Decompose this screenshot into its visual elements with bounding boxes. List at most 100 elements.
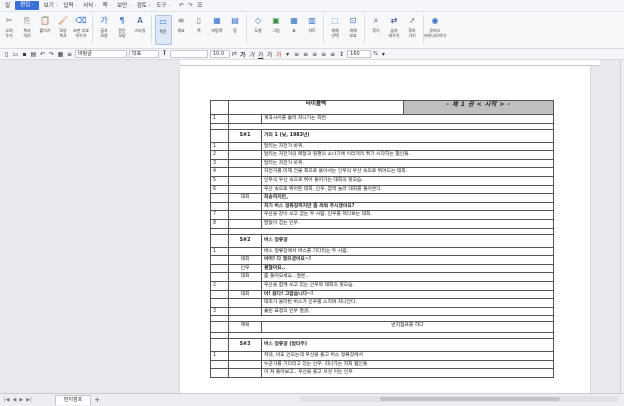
print-icon[interactable]: ▤ — [30, 51, 37, 58]
ribbon-button-chart[interactable]: ▥ 차트 — [304, 15, 321, 33]
last-page-icon[interactable]: ▶| — [26, 397, 32, 403]
script-line-row: 5 인우의 우산 속으로 뛰어 들어가는 태희의 뒷모습. — [210, 175, 554, 186]
menu-item-7[interactable]: 검토 · — [134, 0, 154, 12]
ribbon-button-find[interactable]: ⌕ 찾기 — [368, 15, 385, 33]
menu-item-1[interactable]: 편집 · — [15, 1, 39, 10]
line-number — [210, 255, 229, 265]
object-protect-icon: ⊡ — [349, 16, 357, 25]
strike-icon[interactable]: 가 — [266, 50, 273, 59]
speaker-cell — [228, 150, 262, 160]
save-icon[interactable]: ▪ — [21, 51, 28, 58]
scroll-thumb[interactable] — [380, 397, 560, 401]
style-dropdown-icon[interactable]: ≡ — [66, 51, 73, 58]
horizontal-scrollbar[interactable] — [300, 396, 618, 402]
undo-icon[interactable]: ↶ — [179, 2, 184, 9]
menu-item-2[interactable]: 보기 · — [41, 0, 61, 12]
font-size-input[interactable]: 10.0 — [210, 50, 230, 58]
next-page-icon[interactable]: ▶ — [19, 397, 23, 403]
font-color-icon[interactable]: 가 — [275, 50, 282, 59]
new-doc-icon[interactable]: ▯ — [3, 51, 10, 58]
ribbon-button-format-painter[interactable]: 🖌 모양 복사 — [55, 15, 72, 38]
hamburger-icon[interactable]: ☰ — [197, 2, 202, 9]
underline-icon[interactable]: 가 — [257, 50, 264, 59]
speaker-cell — [228, 280, 262, 291]
cut-icon: ✂ — [5, 16, 13, 25]
ribbon-button-master-page[interactable]: ▦ 바탕쪽 — [209, 15, 226, 33]
ribbon-button-shape[interactable]: ◇ 도형 — [250, 15, 267, 33]
script-line-row: 1 달리는 자전거 바퀴. — [210, 141, 554, 152]
ribbon-toolbar: ✂ 오려 두기 ⎘ 복사 하기 📋 붙이기 🖌 모양 복사 ⌫ 조판 부호 지우기 가 글자 모양 ¶ 문… — [0, 12, 624, 49]
ribbon-button-object-protect[interactable]: ⊡ 개체 보호 — [345, 15, 362, 38]
redo-icon[interactable]: ↷ — [188, 2, 193, 9]
script-line-row: 태희 죄송하지만, — [210, 193, 554, 203]
menu-item-3[interactable]: 입력 · — [60, 0, 80, 12]
script-line-text: 우산을 함께 쓰고 있는 인우와 태희의 뒷모습. — [261, 280, 554, 291]
menu-item-6[interactable]: 보안 · — [114, 0, 134, 12]
vertical-scrollbar[interactable] — [620, 60, 624, 393]
ribbon-button-para-shape[interactable]: ¶ 문단 모양 — [114, 15, 131, 38]
italic-icon[interactable]: 가 — [248, 50, 255, 59]
menu-item-0[interactable]: 일 — [2, 0, 13, 12]
open-icon[interactable]: ▭ — [12, 51, 19, 58]
line-number: 3 — [210, 158, 229, 169]
align-distribute-icon[interactable]: ≡ — [329, 51, 336, 58]
ribbon-button-eraser[interactable]: ⌫ 조판 부호 지우기 — [73, 15, 90, 38]
ribbon-button-label: 표 — [292, 28, 296, 33]
script-table: 타이틀백 - 제 1 권 < 시작 > -1 계곡사이를 흘러 지나가는 화면. S#… — [210, 100, 554, 379]
document-tab[interactable]: 번지점프 — [54, 395, 92, 405]
ribbon-button-replace[interactable]: ⇄ 글자 바꾸기 — [386, 15, 403, 38]
highlight-icon[interactable]: ▾ — [284, 51, 291, 58]
goto-icon: ↗ — [408, 16, 416, 25]
align-center-icon[interactable]: ≡ — [302, 51, 309, 58]
first-page-icon[interactable]: |◀ — [4, 397, 10, 403]
clipboard-icon[interactable]: ▦ — [57, 51, 64, 58]
undo-icon[interactable]: ↶ — [39, 51, 46, 58]
speaker-cell — [228, 351, 262, 361]
ribbon-button-goto[interactable]: ↗ 찾아 가기 — [404, 15, 421, 38]
align-left-icon[interactable]: ≡ — [293, 51, 300, 58]
grid-icon: ▤ — [231, 16, 239, 25]
ribbon-button-label: 문단 모양 — [118, 28, 126, 38]
menu-item-5[interactable]: 쪽 · — [100, 0, 115, 12]
prev-page-icon[interactable]: ◀ — [13, 397, 17, 403]
line-number — [210, 272, 229, 282]
menu-item-4[interactable]: 서식 · — [80, 0, 100, 12]
speaker-cell — [228, 158, 262, 169]
bold-icon[interactable]: 가 — [239, 50, 246, 59]
header-label: 타이틀백 — [228, 100, 404, 115]
ribbon-button-community[interactable]: ◉ 유피스 커뮤니티이어 — [424, 15, 446, 38]
ribbon-button-page[interactable]: ▯ 쪽 — [191, 15, 208, 33]
script-line-text: 말없이 걷는 인우. — [261, 218, 554, 229]
menu-item-8[interactable]: 도구 · — [153, 0, 173, 12]
scene-title: 거리 1 (낮, 1983년) — [261, 128, 554, 143]
font-name-select[interactable] — [170, 50, 208, 58]
align-right-icon[interactable]: ≡ — [311, 51, 318, 58]
zoom-input[interactable]: 160 — [347, 50, 372, 58]
ribbon-button-char-shape[interactable]: 가 글자 모양 — [96, 15, 113, 38]
script-line-row: 1 저녁, 비도 안오는데 우산을 들고 버스 정류장에서 — [210, 351, 554, 361]
zoom-dropdown-icon[interactable]: ▾ — [380, 51, 387, 58]
ribbon-button-label: 그림 — [272, 28, 280, 33]
ribbon-button-outline[interactable]: ≡ 개요 — [173, 15, 190, 33]
add-tab-button[interactable]: + — [94, 396, 100, 404]
line-spacing-icon[interactable]: ↕ — [338, 51, 345, 58]
ribbon-button-grid[interactable]: ▤ 망 — [227, 15, 244, 33]
ribbon-separator — [246, 15, 247, 43]
ribbon-button-style[interactable]: A 스타일 — [132, 15, 149, 33]
community-icon: ◉ — [431, 16, 439, 25]
ribbon-button-object-select[interactable]: ⬚ 개체 선택 — [327, 15, 344, 38]
ribbon-button-picture[interactable]: ▣ 그림 — [268, 15, 285, 33]
style-select[interactable]: 바탕글 — [75, 50, 127, 58]
header-banner: - 제 1 권 < 시작 > - — [403, 100, 554, 115]
ribbon-button-copy[interactable]: ⎘ 복사 하기 — [19, 15, 36, 38]
document-page[interactable]: 타이틀백 - 제 1 권 < 시작 > -1 계곡사이를 흘러 지나가는 화면. S#… — [180, 66, 590, 393]
script-line-row: 4 자전거를 미해 건물 쪽으로 몰아서는 인우의 우산 속으로 뛰어드는 태희. — [210, 167, 554, 177]
font-lang-select[interactable]: 대표 — [129, 50, 159, 58]
ribbon-button-paste[interactable]: 📋 붙이기 — [37, 15, 54, 33]
ribbon-button-page-view[interactable]: ▭ 쪽윤 — [154, 15, 172, 45]
ribbon-button-table[interactable]: ▦ 표 — [286, 15, 303, 33]
align-justify-icon[interactable]: ≡ — [320, 51, 327, 58]
script-line-text: 저기 버스 정류장까지만 좀 씌워 주시겠어요? — [261, 201, 554, 212]
ribbon-button-cut[interactable]: ✂ 오려 두기 — [1, 15, 18, 38]
redo-icon[interactable]: ↷ — [48, 51, 55, 58]
